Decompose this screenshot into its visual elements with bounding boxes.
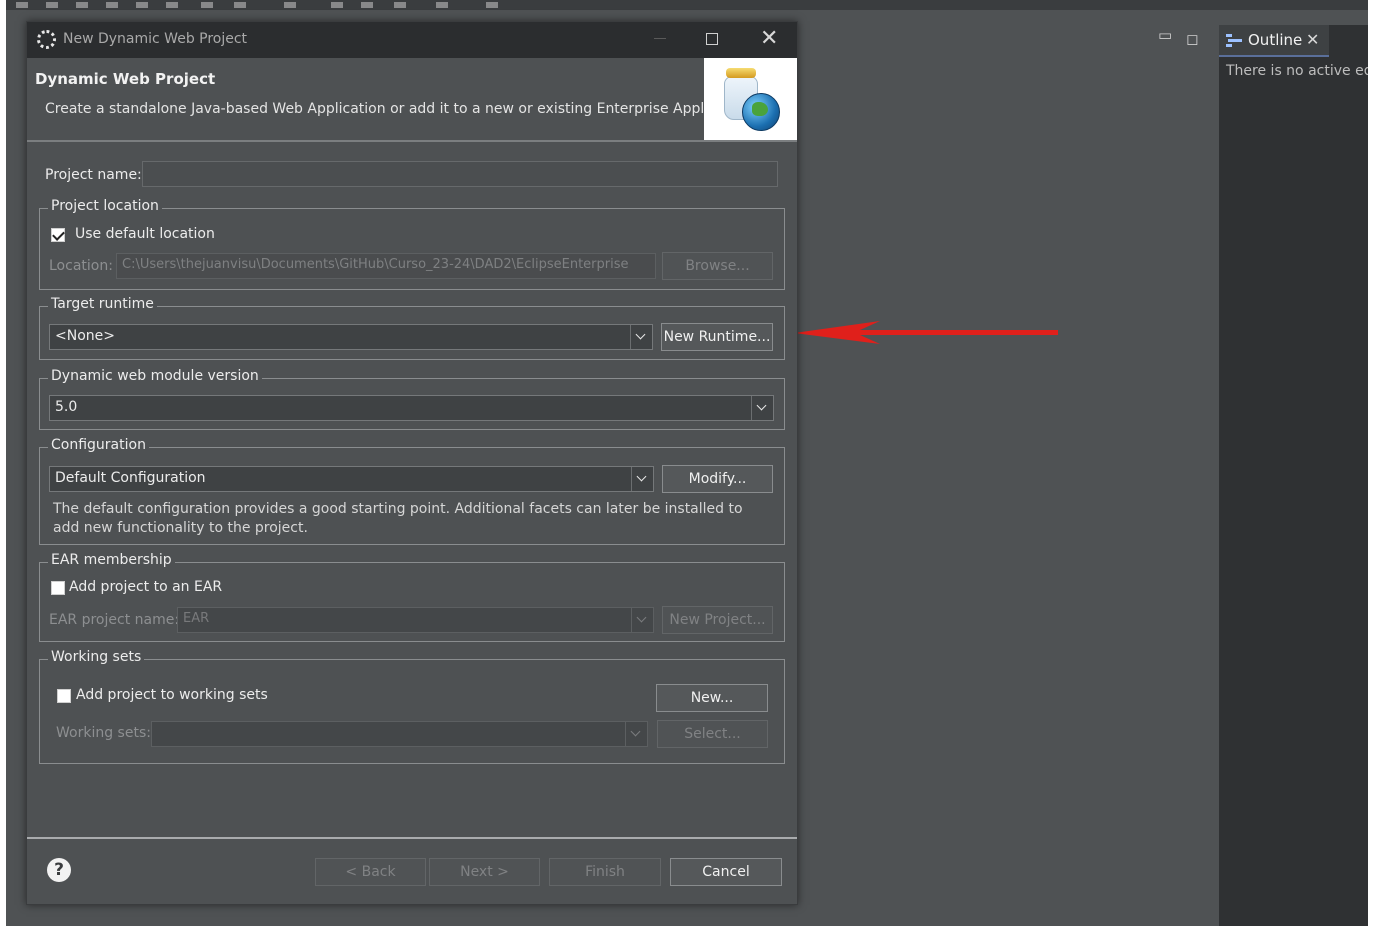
working-sets-group: Working sets Add project to working sets… [39,649,785,764]
wizard-header: Dynamic Web Project Create a standalone … [27,58,797,142]
ear-membership-group: EAR membership Add project to an EAR EAR… [39,552,785,642]
target-runtime-title: Target runtime [48,296,157,312]
configuration-description: The default configuration provides a goo… [53,501,743,536]
toolbar-icon[interactable] [361,2,373,8]
maximize-icon[interactable]: ◻ [1186,30,1198,48]
toolbar-icon[interactable] [76,2,88,8]
new-ear-project-button[interactable]: New Project... [662,606,773,634]
toolbar-icon[interactable] [394,2,406,8]
chevron-down-icon[interactable] [751,396,773,420]
main-toolbar [6,0,1368,10]
ear-project-name-select[interactable]: EAR [177,607,654,633]
maximize-button[interactable] [706,33,718,45]
use-default-location-checkbox[interactable] [51,228,65,242]
toolbar-icon[interactable] [234,2,246,8]
project-location-title: Project location [48,198,162,214]
chevron-down-icon[interactable] [630,325,652,349]
modify-button[interactable]: Modify... [662,465,773,493]
wizard-page-title: Dynamic Web Project [35,70,216,88]
working-sets-title: Working sets [48,649,145,665]
add-to-ear-label: Add project to an EAR [69,579,223,595]
web-module-version-group: Dynamic web module version 5.0 [39,368,785,430]
close-icon[interactable]: ✕ [1306,30,1319,49]
target-runtime-group: Target runtime <None> New Runtime... [39,296,785,360]
tab-outline[interactable]: Outline ✕ [1219,25,1329,57]
toolbar-icon[interactable] [16,2,28,8]
cancel-button[interactable]: Cancel [670,858,782,886]
outline-view: Outline ✕ There is no active edit [1219,25,1368,926]
outline-icon [1226,34,1242,48]
target-runtime-select[interactable]: <None> [49,324,653,350]
configuration-group: Configuration Default Configuration Modi… [39,437,785,545]
new-working-set-button[interactable]: New... [656,684,768,712]
toolbar-icon[interactable] [201,2,213,8]
dialog-title: New Dynamic Web Project [63,31,248,47]
project-name-input[interactable] [142,161,778,187]
add-to-working-sets-label: Add project to working sets [76,687,268,703]
new-dynamic-web-project-dialog: New Dynamic Web Project ✕ Dynamic Web Pr… [26,21,798,905]
toolbar-icon[interactable] [106,2,118,8]
web-module-version-select[interactable]: 5.0 [49,395,774,421]
use-default-location-label: Use default location [75,226,215,242]
ear-project-name-label: EAR project name: [49,612,180,628]
web-module-version-title: Dynamic web module version [48,368,262,384]
web-project-banner-icon [704,58,797,140]
toolbar-icon[interactable] [166,2,178,8]
configuration-title: Configuration [48,437,149,453]
toolbar-icon[interactable] [136,2,148,8]
toolbar-icon[interactable] [46,2,58,8]
eclipse-gear-icon [37,30,56,49]
back-button[interactable]: < Back [315,858,426,886]
chevron-down-icon[interactable] [631,467,653,491]
toolbar-icon[interactable] [436,2,448,8]
working-sets-select[interactable] [151,721,648,747]
location-input[interactable]: C:\Users\thejuanvisu\Documents\GitHub\Cu… [116,253,656,279]
project-location-group: Project location Use default location Lo… [39,198,785,290]
project-name-label: Project name: [45,167,142,183]
minimize-icon[interactable]: ▭ [1158,26,1172,44]
wizard-page-description: Create a standalone Java-based Web Appli… [45,101,756,117]
toolbar-icon[interactable] [284,2,296,8]
configuration-select[interactable]: Default Configuration [49,466,654,492]
minimize-button[interactable] [654,38,666,39]
help-icon[interactable]: ? [47,858,71,882]
working-sets-label: Working sets: [56,725,151,741]
add-to-ear-checkbox[interactable] [51,581,65,595]
dialog-titlebar[interactable]: New Dynamic Web Project ✕ [27,22,797,58]
location-label: Location: [49,258,113,274]
toolbar-icon[interactable] [331,2,343,8]
ear-membership-title: EAR membership [48,552,175,568]
chevron-down-icon[interactable] [631,608,653,632]
outline-empty-message: There is no active edit [1226,63,1368,79]
footer-separator [27,837,797,839]
new-runtime-button[interactable]: New Runtime... [661,323,773,351]
finish-button[interactable]: Finish [549,858,661,886]
browse-button[interactable]: Browse... [662,252,773,280]
select-working-sets-button[interactable]: Select... [657,720,768,748]
toolbar-icon[interactable] [486,2,498,8]
next-button[interactable]: Next > [429,858,540,886]
chevron-down-icon[interactable] [625,722,647,746]
add-to-working-sets-checkbox[interactable] [57,689,71,703]
red-arrow-annotation [794,321,1058,344]
outline-tab-label: Outline [1248,31,1303,49]
close-button[interactable]: ✕ [760,26,778,51]
